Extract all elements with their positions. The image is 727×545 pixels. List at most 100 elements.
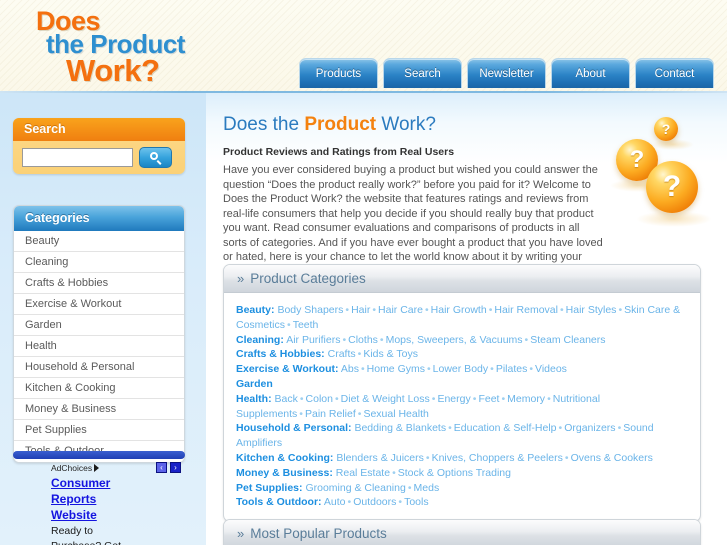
ad-prev-arrow-icon[interactable]: ‹ xyxy=(156,462,167,473)
category-subitem-link[interactable]: Colon xyxy=(306,393,333,405)
ad-headline-link[interactable]: Consumer Reports Website xyxy=(13,473,135,523)
category-subitem-link[interactable]: Ovens & Cookers xyxy=(571,452,653,464)
category-subitem-link[interactable]: Lower Body xyxy=(433,363,488,375)
category-subitem-link[interactable]: Bedding & Blankets xyxy=(354,422,446,434)
category-separator: • xyxy=(448,422,452,435)
category-subitem-link[interactable]: Memory xyxy=(507,393,545,405)
category-group-line: Cleaning: Air Purifiers • Cloths • Mops, Swe… xyxy=(236,333,688,348)
category-subitem-link[interactable]: Teeth xyxy=(293,319,319,331)
category-subitem-link[interactable]: Sexual Health xyxy=(363,408,428,420)
category-separator: • xyxy=(490,363,494,376)
category-group-label[interactable]: Pet Supplies: xyxy=(236,482,303,494)
sidebar-category-pet[interactable]: Pet Supplies xyxy=(14,420,184,441)
category-group-label[interactable]: Money & Business: xyxy=(236,467,333,479)
category-separator: • xyxy=(424,304,429,316)
category-subitem-link[interactable]: Steam Cleaners xyxy=(530,334,605,346)
category-subitem-link[interactable]: Tools xyxy=(404,496,429,508)
category-group-label[interactable]: Crafts & Hobbies: xyxy=(236,348,325,360)
sidebar-category-garden[interactable]: Garden xyxy=(14,315,184,336)
category-subitem-link[interactable]: Real Estate xyxy=(336,467,390,479)
search-widget-row xyxy=(13,141,185,168)
category-separator: • xyxy=(426,363,431,376)
category-subitem-link[interactable]: Air Purifiers xyxy=(286,334,340,346)
category-subitem-link[interactable]: Home Gyms xyxy=(367,363,425,375)
sidebar-category-kitchen[interactable]: Kitchen & Cooking xyxy=(14,378,184,399)
sidebar-category-health[interactable]: Health xyxy=(14,336,184,357)
nav-tab-newsletter[interactable]: Newsletter xyxy=(467,58,546,88)
category-subitem-link[interactable]: Hair Care xyxy=(378,304,423,316)
panel-product-categories-header: » Product Categories xyxy=(224,265,700,293)
category-subitem-link[interactable]: Outdoors xyxy=(353,496,396,508)
sidebar-category-exercise[interactable]: Exercise & Workout xyxy=(14,294,184,315)
ad-next-arrow-icon[interactable]: › xyxy=(170,462,181,473)
category-group-label[interactable]: Cleaning: xyxy=(236,334,284,346)
category-subitem-link[interactable]: Diet & Weight Loss xyxy=(341,393,430,405)
category-subitem-link[interactable]: Hair Removal xyxy=(494,304,558,316)
category-separator: • xyxy=(425,451,430,464)
category-group-label[interactable]: Exercise & Workout: xyxy=(236,363,339,375)
nav-tab-search[interactable]: Search xyxy=(383,58,462,88)
nav-tab-contact[interactable]: Contact xyxy=(635,58,714,88)
category-subitem-link[interactable]: Organizers xyxy=(564,422,615,434)
adchoices-control[interactable]: AdChoices xyxy=(51,463,100,473)
question-mark-icon-large: ? xyxy=(646,161,698,213)
category-subitem-link[interactable]: Mops, Sweepers, & Vacuums xyxy=(386,334,523,346)
panel-most-popular-title: Most Popular Products xyxy=(250,526,387,541)
category-group-label[interactable]: Household & Personal: xyxy=(236,422,352,434)
category-group-label[interactable]: Kitchen & Cooking: xyxy=(236,452,333,464)
ad-block: AdChoices ‹ › Consumer Reports Website R… xyxy=(13,451,185,545)
category-subitem-link[interactable]: Body Shapers xyxy=(277,304,343,316)
category-subitem-link[interactable]: Hair xyxy=(351,304,370,316)
category-group-label[interactable]: Tools & Outdoor: xyxy=(236,496,322,508)
search-submit-button[interactable] xyxy=(139,147,172,168)
question-mark-icon-small: ? xyxy=(654,117,678,141)
category-subitem-link[interactable]: Videos xyxy=(535,363,567,375)
page-title-part2: Work? xyxy=(376,114,436,135)
ad-top-bar xyxy=(13,451,185,459)
category-group-label[interactable]: Garden xyxy=(236,378,273,390)
page-title-part1: Does the xyxy=(223,114,305,135)
category-group-label[interactable]: Beauty: xyxy=(236,304,275,316)
sidebar-category-cleaning[interactable]: Cleaning xyxy=(14,252,184,273)
category-separator: • xyxy=(342,333,347,346)
nav-tab-about[interactable]: About xyxy=(551,58,630,88)
ad-arrows: ‹ › xyxy=(156,462,181,473)
category-subitem-link[interactable]: Pain Relief xyxy=(305,408,356,420)
search-input[interactable] xyxy=(22,148,133,167)
page-subtitle: Product Reviews and Ratings from Real Us… xyxy=(223,146,455,158)
main-navigation: Products Search Newsletter About Contact xyxy=(299,58,714,93)
category-subitem-link[interactable]: Feet xyxy=(478,393,499,405)
category-group-line: Garden xyxy=(236,377,688,392)
category-group-line: Pet Supplies: Grooming & Cleaning • Meds xyxy=(236,481,688,496)
nav-tab-products[interactable]: Products xyxy=(299,58,378,88)
category-subitem-link[interactable]: Stock & Options Trading xyxy=(398,467,511,479)
category-subitem-link[interactable]: Abs xyxy=(341,363,359,375)
sidebar-category-beauty[interactable]: Beauty xyxy=(14,231,184,252)
category-separator: • xyxy=(407,481,412,494)
category-subitem-link[interactable]: Meds xyxy=(414,482,440,494)
question-balloons-graphic: ? ? ? xyxy=(608,111,720,239)
category-subitem-link[interactable]: Education & Self-Help xyxy=(454,422,557,434)
category-subitem-link[interactable]: Auto xyxy=(324,496,346,508)
category-group-label[interactable]: Health: xyxy=(236,393,272,405)
sidebar-category-money[interactable]: Money & Business xyxy=(14,399,184,420)
category-group-line: Kitchen & Cooking: Blenders & Juicers • Kn… xyxy=(236,451,688,466)
category-subitem-link[interactable]: Back xyxy=(275,393,298,405)
site-logo[interactable]: Does the Product Work? xyxy=(27,4,242,88)
category-subitem-link[interactable]: Cloths xyxy=(348,334,378,346)
category-subitem-link[interactable]: Crafts xyxy=(328,348,356,360)
category-subitem-link[interactable]: Grooming & Cleaning xyxy=(305,482,405,494)
category-subitem-link[interactable]: Hair Growth xyxy=(431,304,487,316)
category-subitem-link[interactable]: Hair Styles xyxy=(566,304,617,316)
ad-control-row: AdChoices ‹ › xyxy=(13,459,185,473)
category-separator: • xyxy=(345,304,350,316)
category-subitem-link[interactable]: Blenders & Juicers xyxy=(336,452,424,464)
chevron-double-right-icon: » xyxy=(237,526,245,541)
category-subitem-link[interactable]: Energy xyxy=(437,393,470,405)
category-subitem-link[interactable]: Knives, Choppers & Peelers xyxy=(432,452,563,464)
category-separator: • xyxy=(372,304,377,316)
category-subitem-link[interactable]: Kids & Toys xyxy=(363,348,418,360)
sidebar-category-household[interactable]: Household & Personal xyxy=(14,357,184,378)
sidebar-category-crafts[interactable]: Crafts & Hobbies xyxy=(14,273,184,294)
category-subitem-link[interactable]: Pilates xyxy=(496,363,528,375)
